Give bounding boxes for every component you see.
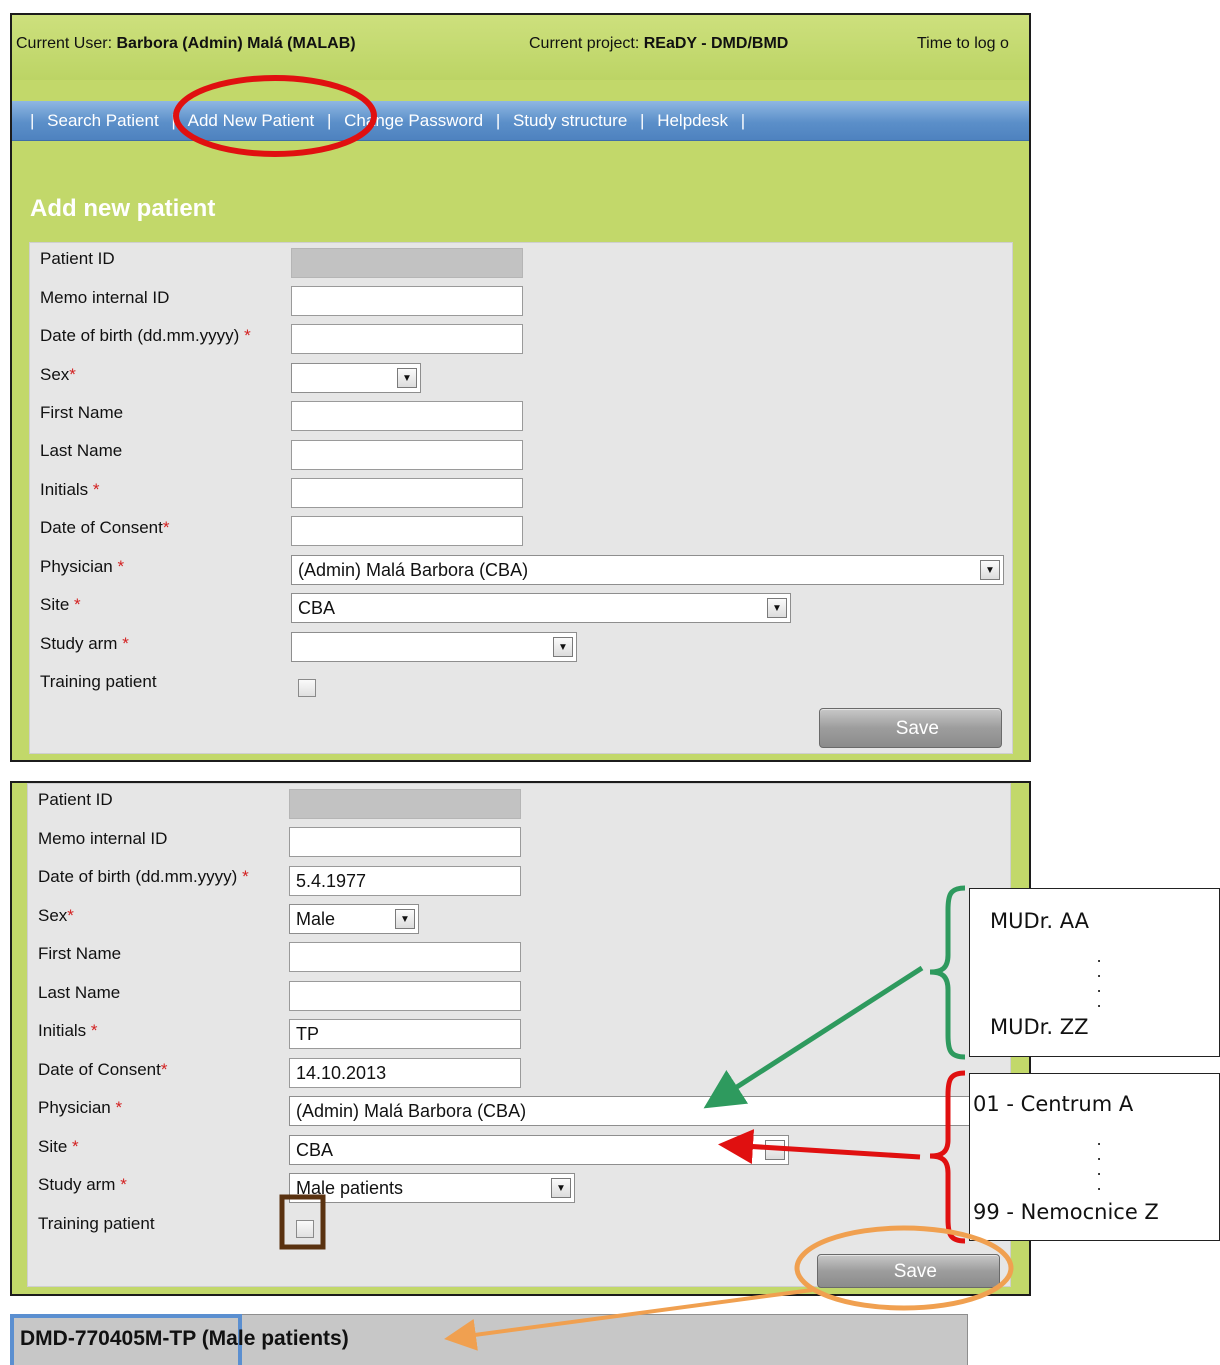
orange-arrow bbox=[444, 1288, 813, 1351]
red-brace bbox=[929, 1070, 966, 1244]
training-checkbox-highlight bbox=[279, 1194, 326, 1250]
red-arrow bbox=[718, 1129, 921, 1165]
save-highlight-ellipse bbox=[794, 1225, 1014, 1311]
annotation-overlay bbox=[173, 75, 1014, 1351]
green-arrow bbox=[703, 965, 924, 1109]
highlight-ellipse-add-new-patient bbox=[173, 75, 377, 157]
green-brace bbox=[929, 885, 966, 1060]
